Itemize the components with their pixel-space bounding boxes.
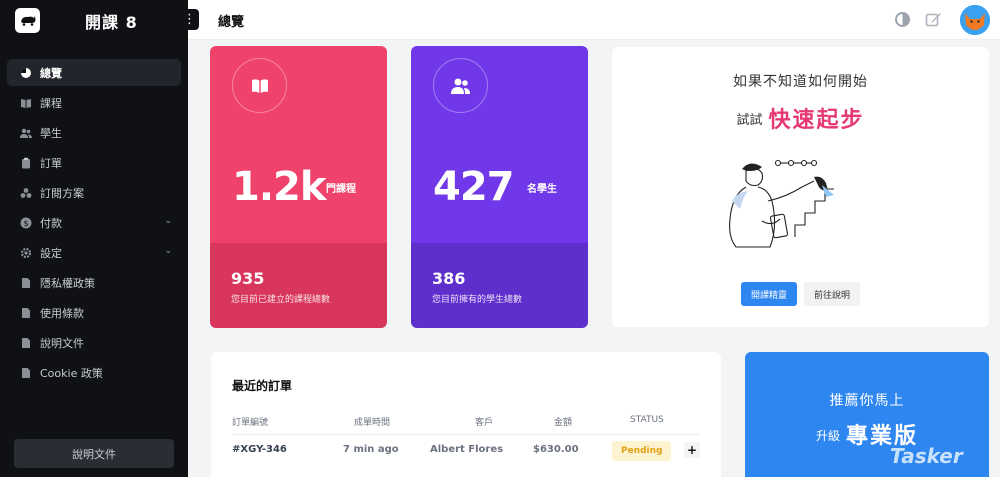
table-row[interactable]: #XGY-346 7 min ago Albert Flores $630.00…: [211, 441, 721, 468]
sidebar-item-label: 總覽: [40, 66, 62, 80]
document-icon: [22, 337, 30, 348]
sidebar-item-courses[interactable]: 課程: [7, 89, 181, 116]
students-unit: 名學生: [527, 184, 557, 195]
view-instructions-button[interactable]: 前往說明: [804, 282, 860, 306]
order-amount: $630.00: [533, 444, 579, 455]
fox-avatar-icon: [960, 5, 990, 35]
course-wizard-button[interactable]: 開課精靈: [741, 282, 797, 306]
brand: 開課 8: [0, 0, 188, 40]
chevron-down-icon: ⌄: [164, 246, 172, 256]
users-icon: [450, 78, 470, 94]
sidebar-item-label: 訂閱方案: [40, 186, 84, 200]
sidebar-item-settings[interactable]: 設定 ⌄: [7, 239, 181, 266]
orders-table-header: 訂單編號 成單時間 客戶 金額 STATUS: [211, 415, 721, 435]
sidebar-item-label: 說明文件: [40, 336, 84, 350]
sidebar-toggle-button[interactable]: ⋮: [180, 9, 199, 30]
subscription-icon: [20, 187, 32, 198]
sidebar-item-overview[interactable]: 總覽: [7, 59, 181, 86]
column-header-status: STATUS: [630, 415, 664, 425]
chevron-down-icon: ⌄: [164, 216, 172, 226]
watermark-text: Tasker: [890, 444, 963, 468]
document-icon: [22, 277, 30, 288]
course-icon-circle: [232, 58, 287, 113]
sidebar: 開課 8 ⋮ 總覽 課程 學生 訂單 訂閱方案 $ 付款 ⌄ 設定 ⌄ 隱私權政…: [0, 0, 199, 477]
sidebar-item-terms[interactable]: 使用條款: [7, 299, 181, 326]
courses-stat-card: 1.2k 門課程 935 您目前已建立的課程總數: [210, 46, 387, 328]
column-header-order-id: 訂單編號: [232, 418, 269, 428]
column-header-amount: 金額: [554, 418, 573, 428]
order-customer: Albert Flores: [430, 444, 504, 455]
person-climbing-stairs-illustration: [729, 159, 834, 248]
column-header-time: 成單時間: [354, 418, 391, 428]
book-icon: [251, 78, 268, 93]
quick-start-heading: 試試 快速起步: [612, 102, 989, 134]
theme-toggle-icon[interactable]: [894, 11, 911, 28]
app-logo-icon[interactable]: [15, 7, 40, 33]
book-icon: [21, 98, 31, 108]
sidebar-item-orders[interactable]: 訂單: [7, 149, 181, 176]
sidebar-item-label: 設定: [40, 246, 62, 260]
courses-unit: 門課程: [326, 184, 356, 195]
column-header-customer: 客戶: [475, 418, 494, 428]
students-stat-card: 427 名學生 386 您目前擁有的學生總數: [411, 46, 588, 328]
document-icon: [22, 307, 30, 318]
sidebar-item-label: 訂單: [40, 156, 62, 170]
recent-orders-card: 最近的訂單 訂單編號 成單時間 客戶 金額 STATUS #XGY-346 7 …: [211, 352, 721, 477]
students-owned-count: 386: [432, 269, 466, 288]
users-icon: [20, 128, 32, 138]
sidebar-item-label: 學生: [40, 126, 62, 140]
top-header: 總覽: [188, 0, 1000, 40]
quick-start-prefix: 試試: [736, 113, 763, 128]
students-description: 您目前擁有的學生總數: [432, 295, 523, 305]
quick-start-prompt: 如果不知道如何開始: [733, 74, 868, 90]
app-title: 開課 8: [85, 13, 138, 32]
gear-icon: [20, 247, 32, 258]
sidebar-item-payments[interactable]: $ 付款 ⌄: [7, 209, 181, 236]
clipboard-icon: [22, 157, 30, 168]
sidebar-item-docs[interactable]: 說明文件: [7, 329, 181, 356]
overview-icon: [21, 67, 31, 78]
quick-start-card: 如果不知道如何開始 試試 快速起步 開課精靈 前往說明: [612, 47, 989, 327]
svg-text:$: $: [23, 219, 28, 228]
dollar-icon: $: [20, 217, 32, 228]
sidebar-item-students[interactable]: 學生: [7, 119, 181, 146]
quick-start-highlight: 快速起步: [768, 108, 865, 133]
sidebar-item-label: Cookie 政策: [40, 366, 103, 380]
students-count: 427: [433, 164, 514, 210]
sidebar-item-label: 課程: [40, 96, 62, 110]
promo-prefix: 升級: [815, 429, 840, 443]
page-title: 總覽: [218, 15, 245, 30]
courses-count: 1.2k: [232, 164, 326, 210]
edit-icon[interactable]: [925, 11, 942, 28]
status-badge: Pending: [612, 441, 672, 461]
document-icon: [22, 367, 30, 378]
sidebar-nav: 總覽 課程 學生 訂單 訂閱方案 $ 付款 ⌄ 設定 ⌄ 隱私權政策 使用條款 …: [0, 59, 188, 386]
expand-row-button[interactable]: +: [684, 442, 700, 458]
order-id: #XGY-346: [232, 444, 287, 455]
sidebar-item-subscriptions[interactable]: 訂閱方案: [7, 179, 181, 206]
courses-created-count: 935: [231, 269, 265, 288]
student-icon-circle: [433, 58, 488, 113]
docs-button[interactable]: 說明文件: [14, 439, 174, 468]
sidebar-item-label: 使用條款: [40, 306, 84, 320]
order-time: 7 min ago: [343, 444, 399, 455]
divider: [232, 434, 700, 435]
sidebar-item-cookie-policy[interactable]: Cookie 政策: [7, 359, 181, 386]
sidebar-item-label: 付款: [40, 216, 62, 230]
sidebar-item-privacy[interactable]: 隱私權政策: [7, 269, 181, 296]
user-avatar[interactable]: [960, 5, 990, 35]
promo-text: 推薦你馬上: [829, 393, 905, 409]
sidebar-item-label: 隱私權政策: [40, 276, 95, 290]
recent-orders-title: 最近的訂單: [232, 379, 293, 393]
more-vertical-icon: ⋮: [183, 12, 196, 27]
courses-description: 您目前已建立的課程總數: [231, 295, 331, 305]
